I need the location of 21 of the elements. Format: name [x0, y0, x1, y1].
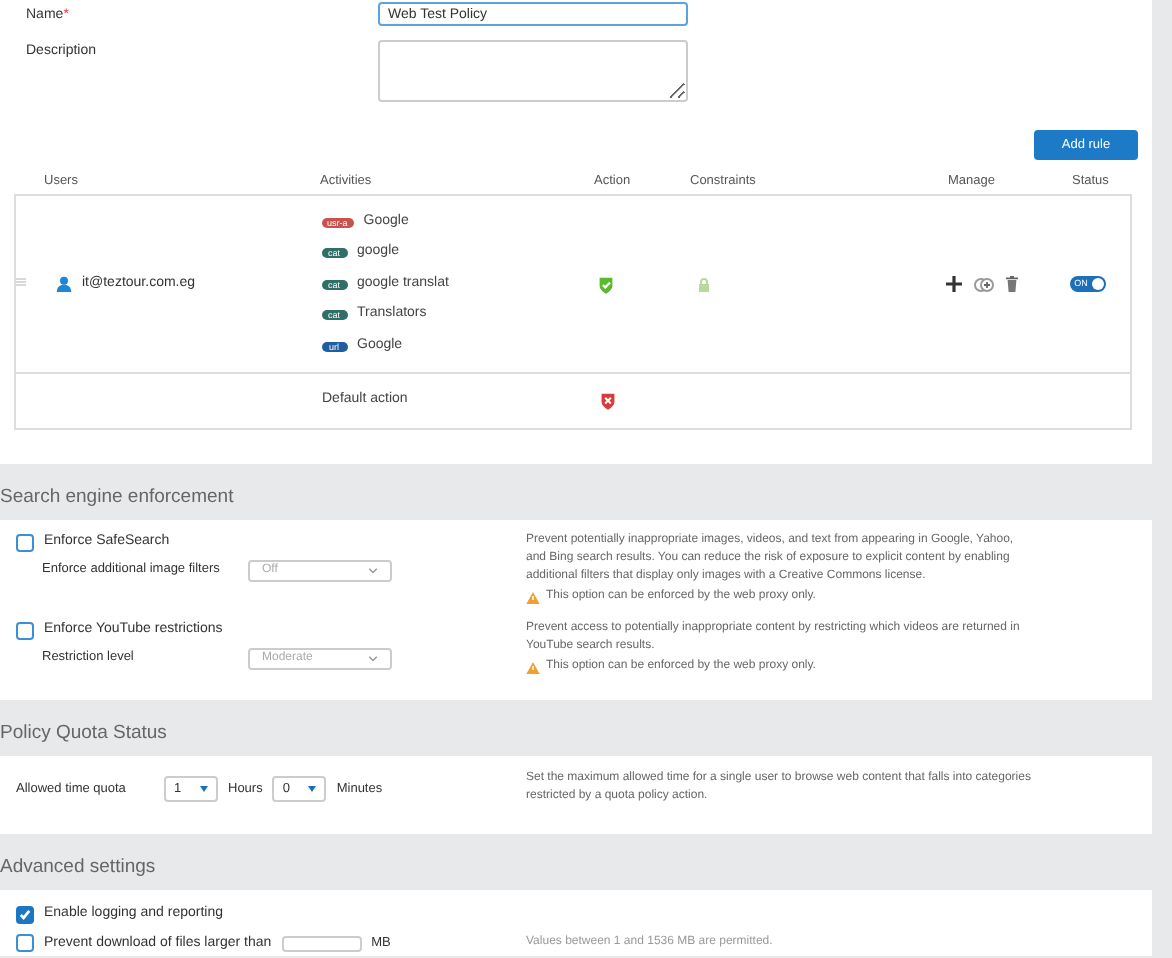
user-icon	[56, 276, 72, 292]
circles-add-icon[interactable]	[974, 277, 995, 291]
chevron-down-icon	[368, 567, 378, 573]
checkbox[interactable]	[16, 905, 34, 924]
checkbox[interactable]	[16, 934, 34, 953]
chevron-down-icon	[368, 655, 378, 661]
caret-down-icon	[308, 786, 317, 792]
caret-down-icon	[200, 786, 208, 792]
section-title: Policy Quota Status	[0, 720, 169, 748]
add-icon[interactable]	[946, 276, 963, 292]
drag-handle-icon[interactable]	[16, 278, 26, 286]
trash-icon[interactable]	[1006, 276, 1019, 292]
warning-icon	[526, 591, 540, 603]
size-input-field[interactable]	[281, 935, 362, 952]
section-title: Advanced settings	[0, 854, 158, 882]
description-input-field[interactable]	[378, 40, 688, 102]
lock-icon	[697, 277, 710, 291]
checkbox[interactable]	[16, 533, 34, 552]
checkbox[interactable]	[16, 621, 34, 640]
warning-icon	[526, 661, 540, 673]
section-title: Search engine enforcement	[0, 484, 236, 512]
